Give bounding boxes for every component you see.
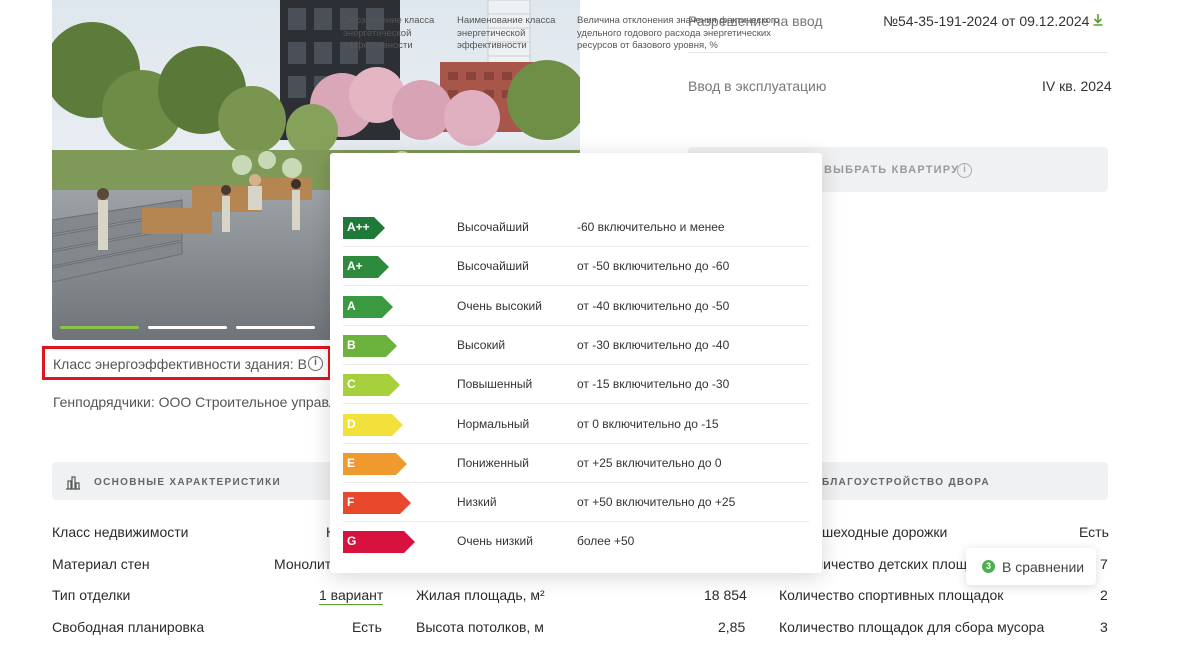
col-header-deviation: Величина отклонения значения фактическог…	[577, 15, 780, 51]
energy-class-badge: F	[343, 492, 411, 515]
energy-class-badge: A	[343, 295, 393, 318]
energy-class-range: от -40 включительно до -50	[577, 298, 730, 313]
info-icon[interactable]: i	[957, 163, 972, 178]
energy-class-code: F	[347, 495, 355, 510]
commission-value: IV кв. 2024	[1042, 78, 1112, 94]
energy-class-row: A Очень высокий от -40 включительно до -50	[343, 287, 809, 326]
info-icon[interactable]: i	[308, 356, 323, 371]
energy-class-row: F Низкий от +50 включительно до +25	[343, 483, 809, 523]
sports-grounds-value: 2	[1100, 587, 1108, 603]
slider-dot-2[interactable]	[148, 326, 227, 329]
energy-class-code: E	[347, 455, 356, 470]
energy-class-name: Высокий	[457, 337, 506, 352]
free-layout-value: Есть	[352, 619, 382, 635]
energy-class-name: Повышенный	[457, 377, 533, 392]
energy-class-name: Пониженный	[457, 455, 529, 470]
garbage-areas-value: 3	[1100, 619, 1108, 635]
comparison-label: В сравнении	[1002, 559, 1085, 575]
wall-material-label: Материал стен	[52, 556, 150, 572]
bar-chart-icon	[66, 476, 80, 490]
energy-class-row: A+ Высочайший от -50 включительно до -60	[343, 247, 809, 287]
energy-class-badge: D	[343, 413, 403, 436]
living-area-label: Жилая площадь, м²	[416, 587, 545, 603]
energy-class-range: более +50	[577, 534, 635, 549]
slider-dot-3[interactable]	[236, 326, 315, 329]
choose-apartment-label: ВЫБРАТЬ КВАРТИРУ	[824, 164, 960, 176]
energy-class-name: Низкий	[457, 495, 497, 510]
energy-class-range: от -15 включительно до -30	[577, 377, 730, 392]
playgrounds-value: 7	[1100, 556, 1108, 572]
walkways-label: шеходные дорожки	[822, 524, 948, 540]
commission-label: Ввод в эксплуатацию	[688, 78, 827, 94]
energy-class-row: G Очень низкий более +50	[343, 522, 809, 561]
energy-class-row: E Пониженный от +25 включительно до 0	[343, 444, 809, 483]
energy-class-code: C	[347, 377, 356, 392]
col-header-code: Обозначение класса энергетической эффект…	[343, 15, 435, 51]
energy-class-badge: A++	[343, 217, 385, 239]
ceiling-height-value: 2,85	[718, 619, 746, 635]
energy-class-code: A++	[347, 220, 370, 234]
energy-class-badge: G	[343, 531, 415, 554]
energy-class-range: от -30 включительно до -40	[577, 337, 730, 352]
energy-class-range: -60 включительно и менее	[577, 220, 725, 234]
energy-class-row: C Повышенный от -15 включительно до -30	[343, 365, 809, 405]
wall-material-value: Монолит	[274, 556, 332, 572]
energy-class-row: D Нормальный от 0 включительно до -15	[343, 405, 809, 444]
energy-class-row: A++ Высочайший -60 включительно и менее	[343, 208, 809, 247]
property-class-label: Класс недвижимости	[52, 524, 189, 540]
permit-value[interactable]: №54-35-191-2024 от 09.12.2024	[883, 13, 1089, 29]
energy-class-code: A+	[347, 259, 363, 274]
free-layout-label: Свободная планировка	[52, 619, 205, 635]
energy-class-code: A	[347, 298, 356, 313]
living-area-value: 18 854	[704, 587, 747, 603]
energy-class-badge: C	[343, 374, 400, 397]
energy-class-name: Очень высокий	[457, 298, 542, 313]
energy-class-badge: A+	[343, 256, 389, 279]
energy-class-badge: B	[343, 334, 397, 357]
energy-class-row: B Высокий от -30 включительно до -40	[343, 326, 809, 365]
energy-class-code: G	[347, 534, 357, 549]
energy-class-code: D	[347, 416, 356, 431]
energy-class-name: Очень низкий	[457, 534, 533, 549]
download-icon[interactable]	[1093, 14, 1103, 26]
walkways-value: Есть	[1079, 524, 1109, 540]
energy-class-range: от +25 включительно до 0	[577, 455, 722, 470]
energy-class-code: B	[347, 337, 356, 352]
energy-class-name: Нормальный	[457, 416, 530, 431]
sports-grounds-label: Количество спортивных площадок	[779, 587, 1004, 603]
slider-dot-1[interactable]	[60, 326, 139, 329]
energy-class-badge: E	[343, 452, 407, 475]
playgrounds-label: личество детских площадо	[815, 556, 991, 572]
energy-class-name: Высочайший	[457, 259, 529, 274]
energy-class-range: от +50 включительно до +25	[577, 495, 736, 510]
energy-class-range: от -50 включительно до -60	[577, 259, 730, 274]
slider-indicators	[60, 326, 315, 329]
yard-improvement-title: БЛАГОУСТРОЙСТВО ДВОРА	[822, 477, 990, 488]
energy-class-name: Высочайший	[457, 220, 529, 234]
energy-class-label: Класс энергоэффективности здания: В	[53, 356, 307, 372]
general-contractors: Генподрядчики: ООО Строительное управле	[53, 394, 345, 410]
comparison-count-badge: 3	[982, 560, 995, 573]
main-characteristics-title: ОСНОВНЫЕ ХАРАКТЕРИСТИКИ	[94, 477, 282, 488]
finish-type-link[interactable]: 1 вариант	[319, 587, 384, 605]
garbage-areas-label: Количество площадок для сбора мусора	[779, 619, 1045, 635]
finish-type-label: Тип отделки	[52, 587, 131, 603]
ceiling-height-label: Высота потолков, м	[416, 619, 544, 635]
col-header-name: Наименование класса энергетической эффек…	[457, 15, 556, 51]
energy-class-range: от 0 включительно до -15	[577, 416, 719, 431]
